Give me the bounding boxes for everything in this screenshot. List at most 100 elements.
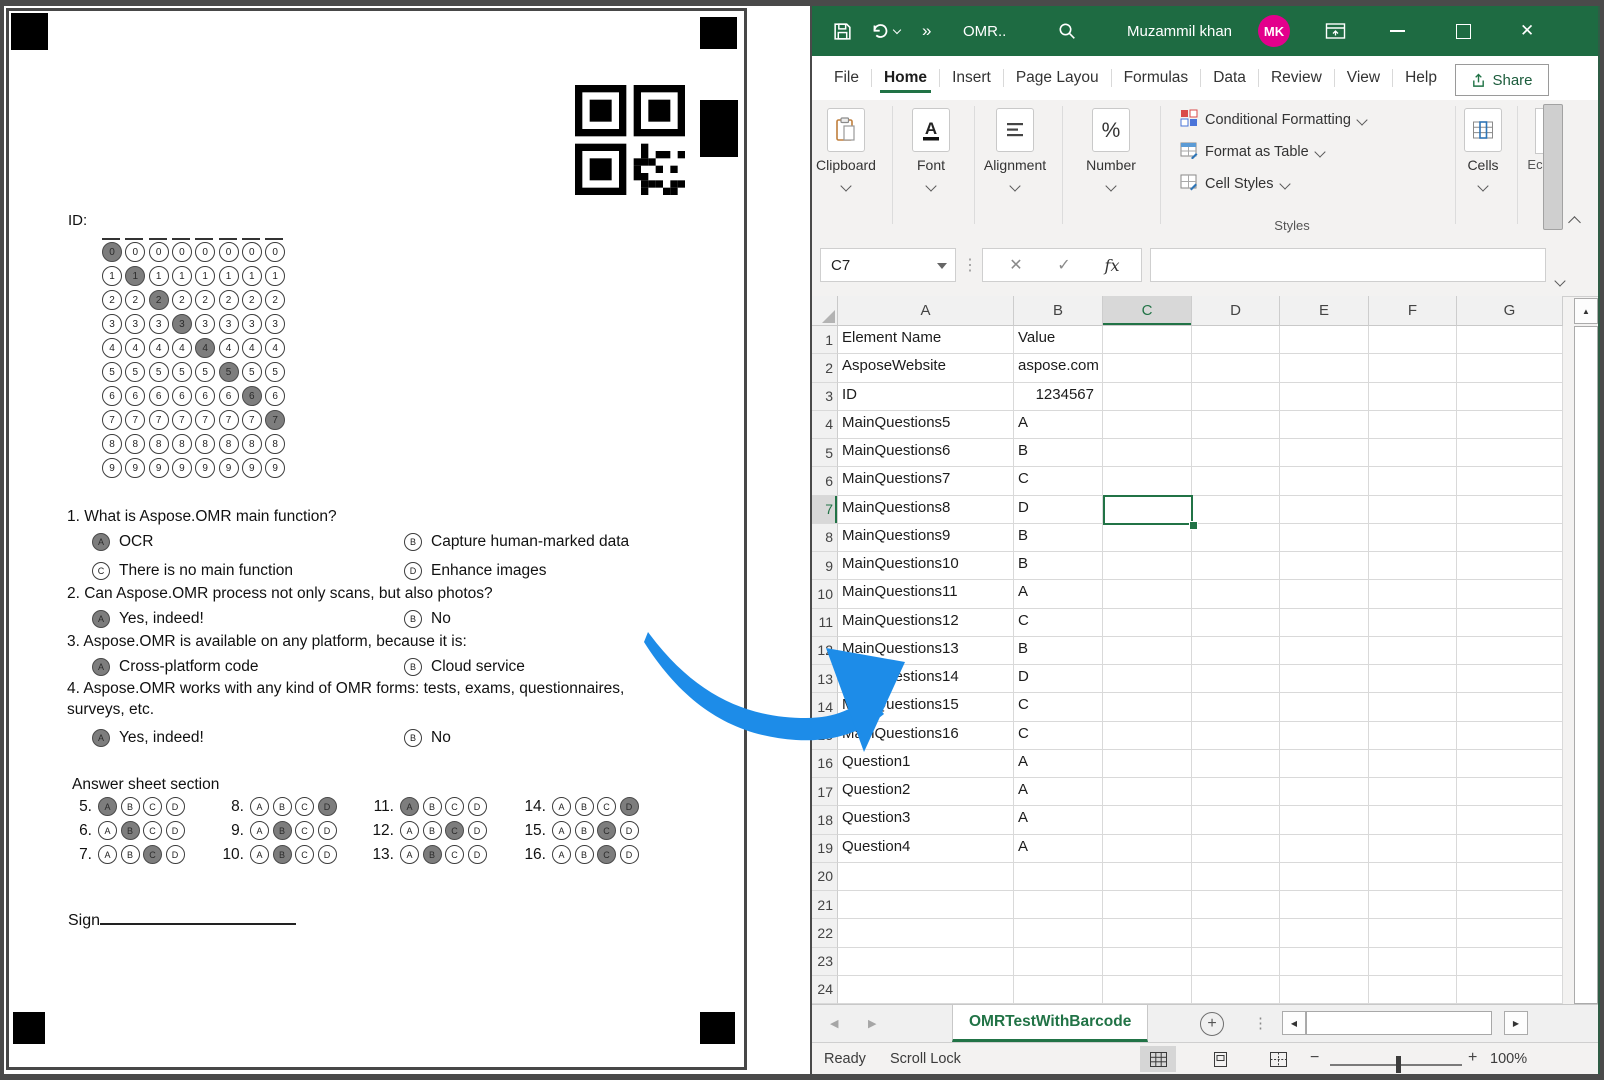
cell-E19[interactable] xyxy=(1280,835,1369,863)
cell-B10[interactable]: A xyxy=(1014,580,1103,608)
ribbon-scrollbar[interactable] xyxy=(1543,104,1563,230)
cell-A6[interactable]: MainQuestions7 xyxy=(838,467,1014,495)
cell-A9[interactable]: MainQuestions10 xyxy=(838,552,1014,580)
styles-item-format-as-table[interactable]: Format as Table xyxy=(1180,140,1324,164)
cell-D17[interactable] xyxy=(1192,778,1280,806)
cell-G16[interactable] xyxy=(1457,750,1563,778)
row-header-23[interactable]: 23 xyxy=(812,948,838,976)
cell-C21[interactable] xyxy=(1103,891,1192,919)
cell-A14[interactable]: MainQuestions15 xyxy=(838,693,1014,721)
cell-A8[interactable]: MainQuestions9 xyxy=(838,524,1014,552)
column-header-F[interactable]: F xyxy=(1369,296,1457,326)
cell-A16[interactable]: Question1 xyxy=(838,750,1014,778)
row-header-13[interactable]: 13 xyxy=(812,665,838,693)
cell-F12[interactable] xyxy=(1369,637,1457,665)
row-header-4[interactable]: 4 xyxy=(812,411,838,439)
row-header-14[interactable]: 14 xyxy=(812,693,838,721)
cell-D9[interactable] xyxy=(1192,552,1280,580)
cell-C11[interactable] xyxy=(1103,609,1192,637)
cell-D7[interactable] xyxy=(1192,496,1280,524)
row-header-20[interactable]: 20 xyxy=(812,863,838,891)
cell-D16[interactable] xyxy=(1192,750,1280,778)
ribbon-tab-file[interactable]: File xyxy=(822,58,871,98)
cell-G5[interactable] xyxy=(1457,439,1563,467)
cell-D18[interactable] xyxy=(1192,806,1280,834)
cell-E15[interactable] xyxy=(1280,722,1369,750)
cell-F2[interactable] xyxy=(1369,354,1457,382)
cell-G19[interactable] xyxy=(1457,835,1563,863)
column-header-G[interactable]: G xyxy=(1457,296,1563,326)
cell-F24[interactable] xyxy=(1369,976,1457,1004)
row-header-12[interactable]: 12 xyxy=(812,637,838,665)
cell-C20[interactable] xyxy=(1103,863,1192,891)
zoom-slider-handle[interactable] xyxy=(1396,1056,1401,1073)
cell-G4[interactable] xyxy=(1457,411,1563,439)
cell-B8[interactable]: B xyxy=(1014,524,1103,552)
cell-G9[interactable] xyxy=(1457,552,1563,580)
cell-F15[interactable] xyxy=(1369,722,1457,750)
cell-D3[interactable] xyxy=(1192,383,1280,411)
cell-D23[interactable] xyxy=(1192,948,1280,976)
ribbon-tab-data[interactable]: Data xyxy=(1201,58,1258,98)
cell-B6[interactable]: C xyxy=(1014,467,1103,495)
tabbar-dots-icon[interactable]: ⋮ xyxy=(1253,1014,1268,1032)
row-header-11[interactable]: 11 xyxy=(812,609,838,637)
cell-B16[interactable]: A xyxy=(1014,750,1103,778)
cell-E22[interactable] xyxy=(1280,919,1369,947)
cell-G23[interactable] xyxy=(1457,948,1563,976)
cell-C2[interactable] xyxy=(1103,354,1192,382)
collapse-ribbon-icon[interactable] xyxy=(1570,214,1579,232)
formula-enter-icon[interactable]: ✓ xyxy=(1052,248,1076,282)
cell-D22[interactable] xyxy=(1192,919,1280,947)
cell-G13[interactable] xyxy=(1457,665,1563,693)
cell-D12[interactable] xyxy=(1192,637,1280,665)
cell-A23[interactable] xyxy=(838,948,1014,976)
ribbon-tab-review[interactable]: Review xyxy=(1259,58,1334,98)
sheet-nav-right-icon[interactable]: ▶ xyxy=(868,1017,876,1030)
zoom-in-icon[interactable]: + xyxy=(1468,1049,1477,1067)
cell-C13[interactable] xyxy=(1103,665,1192,693)
ribbon-tab-help[interactable]: Help xyxy=(1393,58,1449,98)
cell-C15[interactable] xyxy=(1103,722,1192,750)
cell-C12[interactable] xyxy=(1103,637,1192,665)
horizontal-scrollbar[interactable] xyxy=(1306,1011,1492,1035)
cell-G14[interactable] xyxy=(1457,693,1563,721)
cell-B2[interactable]: aspose.com xyxy=(1014,354,1103,382)
row-header-5[interactable]: 5 xyxy=(812,439,838,467)
cell-B22[interactable] xyxy=(1014,919,1103,947)
formula-cancel-icon[interactable]: ✕ xyxy=(1004,248,1028,282)
cell-E23[interactable] xyxy=(1280,948,1369,976)
cell-F23[interactable] xyxy=(1369,948,1457,976)
ribbon-tab-insert[interactable]: Insert xyxy=(940,58,1003,98)
formula-bar-dots-icon[interactable]: ⋮ xyxy=(962,248,978,282)
cell-G8[interactable] xyxy=(1457,524,1563,552)
cell-F14[interactable] xyxy=(1369,693,1457,721)
save-icon[interactable] xyxy=(832,6,853,56)
cell-F8[interactable] xyxy=(1369,524,1457,552)
ribbon-tab-home[interactable]: Home xyxy=(872,58,939,98)
cell-B23[interactable] xyxy=(1014,948,1103,976)
normal-view-button[interactable] xyxy=(1140,1046,1176,1072)
cell-E18[interactable] xyxy=(1280,806,1369,834)
cell-F1[interactable] xyxy=(1369,326,1457,354)
select-all-corner[interactable] xyxy=(812,296,838,326)
row-header-17[interactable]: 17 xyxy=(812,778,838,806)
cell-E4[interactable] xyxy=(1280,411,1369,439)
cell-F6[interactable] xyxy=(1369,467,1457,495)
cell-A22[interactable] xyxy=(838,919,1014,947)
cell-G15[interactable] xyxy=(1457,722,1563,750)
cell-E5[interactable] xyxy=(1280,439,1369,467)
cell-A21[interactable] xyxy=(838,891,1014,919)
cell-A19[interactable]: Question4 xyxy=(838,835,1014,863)
cell-E17[interactable] xyxy=(1280,778,1369,806)
cell-B1[interactable]: Value xyxy=(1014,326,1103,354)
row-header-18[interactable]: 18 xyxy=(812,806,838,834)
cell-F16[interactable] xyxy=(1369,750,1457,778)
cell-E9[interactable] xyxy=(1280,552,1369,580)
cell-D8[interactable] xyxy=(1192,524,1280,552)
cell-D21[interactable] xyxy=(1192,891,1280,919)
font-group-button[interactable]: A Font xyxy=(898,108,964,195)
cell-G22[interactable] xyxy=(1457,919,1563,947)
vertical-scrollbar[interactable] xyxy=(1574,326,1598,1004)
cell-C17[interactable] xyxy=(1103,778,1192,806)
